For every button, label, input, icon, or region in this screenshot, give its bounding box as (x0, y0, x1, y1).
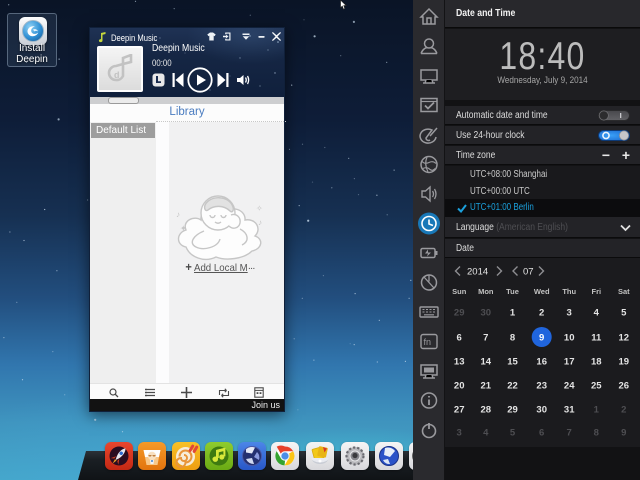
svg-text:♪: ♪ (176, 210, 180, 219)
svg-text:2: 2 (539, 308, 544, 319)
svg-text:9: 9 (539, 333, 544, 344)
svg-text:10: 10 (564, 333, 575, 344)
svg-text:3: 3 (567, 308, 572, 319)
svg-text:4: 4 (594, 308, 600, 319)
svg-text:29: 29 (454, 308, 465, 319)
svg-text:fn: fn (424, 337, 432, 347)
svg-text:♪: ♪ (258, 218, 262, 227)
svg-text:24: 24 (564, 381, 575, 392)
svg-text:29: 29 (507, 405, 518, 416)
svg-text:6: 6 (457, 333, 462, 344)
svg-text:17: 17 (564, 357, 575, 368)
svg-text:Tue: Tue (506, 287, 519, 296)
svg-text:21: 21 (481, 381, 492, 392)
svg-text:27: 27 (454, 405, 465, 416)
svg-text:25: 25 (591, 381, 602, 392)
svg-text:8: 8 (510, 333, 515, 344)
svg-text:9: 9 (621, 428, 626, 439)
svg-text:1: 1 (594, 405, 600, 416)
svg-text:30: 30 (536, 405, 547, 416)
svg-text:13: 13 (454, 357, 465, 368)
svg-text:5: 5 (621, 308, 627, 319)
svg-text:2: 2 (621, 405, 626, 416)
svg-text:11: 11 (591, 333, 602, 344)
svg-text:30: 30 (481, 308, 492, 319)
svg-text:31: 31 (564, 405, 575, 416)
svg-text:1: 1 (510, 308, 516, 319)
svg-text:15: 15 (507, 357, 518, 368)
svg-text:12: 12 (619, 333, 630, 344)
svg-text:3: 3 (457, 428, 462, 439)
svg-text:23: 23 (536, 381, 547, 392)
svg-text:Wed: Wed (534, 287, 550, 296)
svg-text:Thu: Thu (562, 287, 576, 296)
svg-text:Sun: Sun (452, 287, 467, 296)
svg-text:✧: ✧ (256, 204, 263, 213)
svg-text:07: 07 (523, 267, 534, 278)
svg-text:7: 7 (483, 333, 488, 344)
svg-text:4: 4 (483, 428, 489, 439)
svg-text:22: 22 (507, 381, 518, 392)
svg-text:2014: 2014 (467, 267, 488, 278)
svg-text:19: 19 (619, 357, 630, 368)
svg-text:8: 8 (594, 428, 599, 439)
svg-text:14: 14 (481, 357, 492, 368)
svg-text:5: 5 (510, 428, 516, 439)
svg-text:18: 18 (591, 357, 602, 368)
svg-text:7: 7 (567, 428, 572, 439)
svg-text:6: 6 (539, 428, 544, 439)
svg-text:20: 20 (454, 381, 465, 392)
svg-text:d: d (114, 70, 120, 80)
svg-text:Sat: Sat (618, 287, 630, 296)
svg-text:Mon: Mon (478, 287, 494, 296)
svg-text:16: 16 (536, 357, 547, 368)
svg-text:Fri: Fri (592, 287, 602, 296)
svg-text:26: 26 (619, 381, 630, 392)
svg-text:28: 28 (481, 405, 492, 416)
svg-text:✦: ✦ (180, 224, 187, 233)
